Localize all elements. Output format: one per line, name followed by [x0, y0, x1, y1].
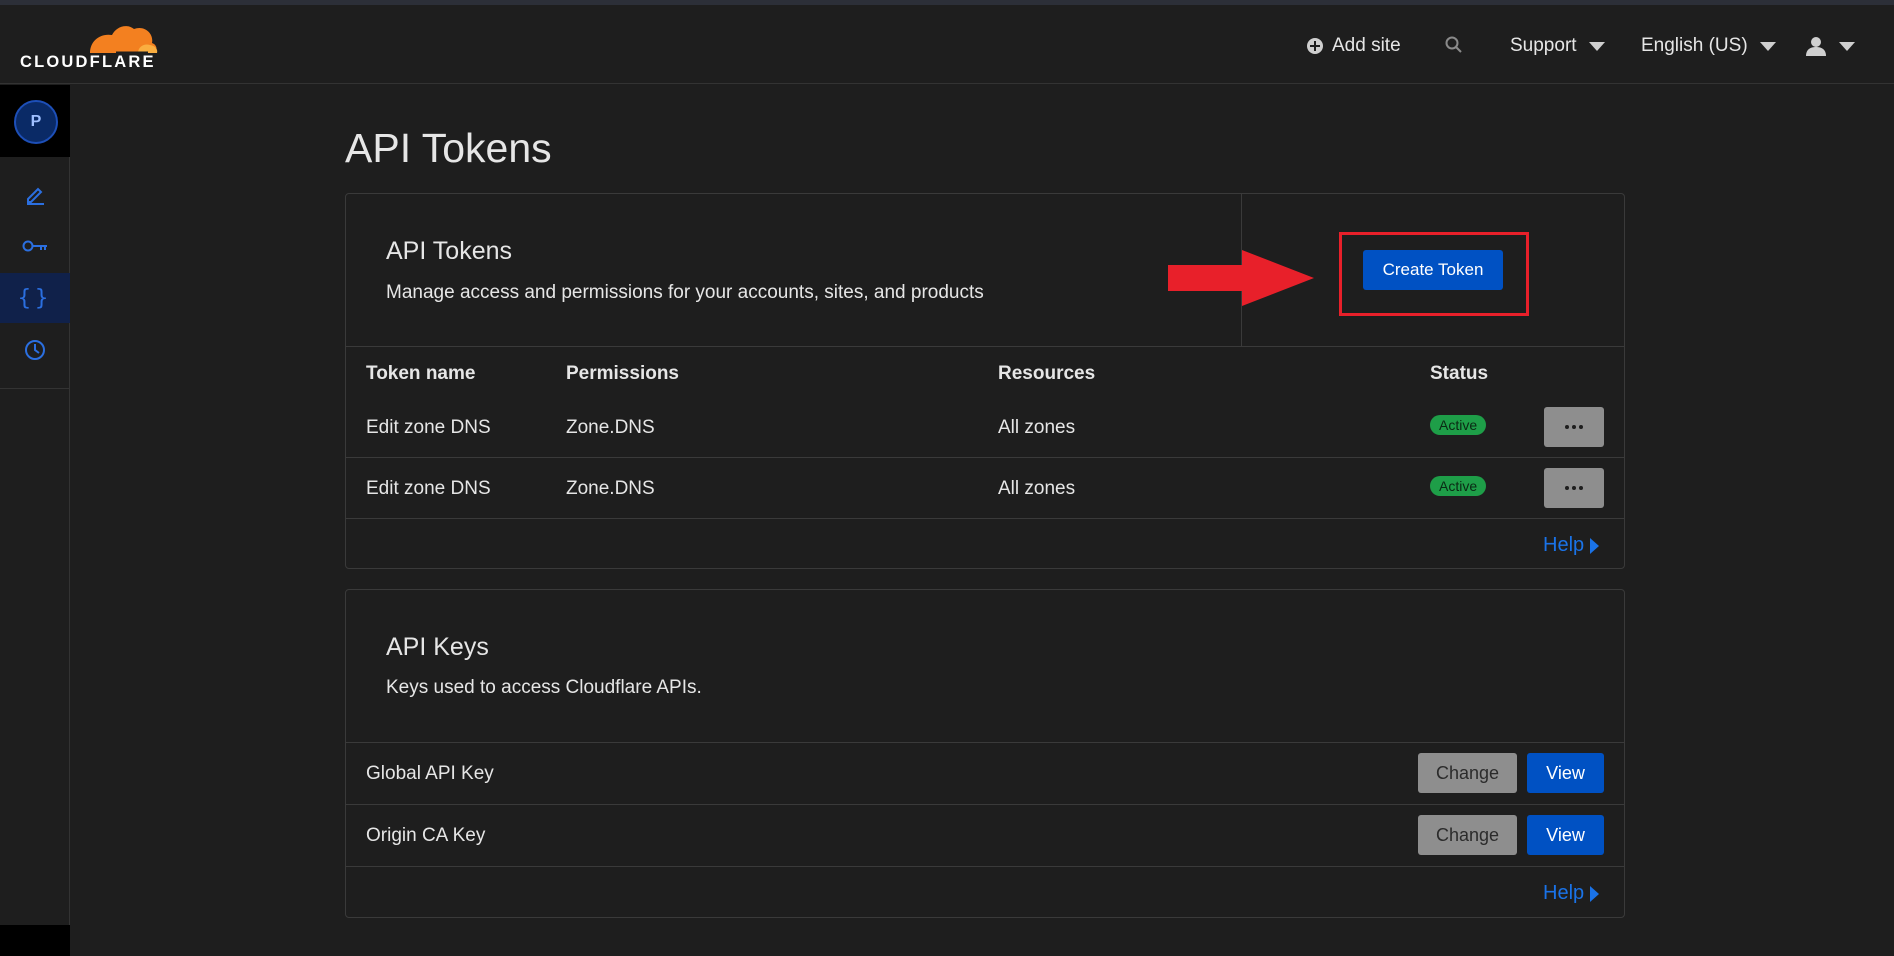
column-header-token-name: Token name: [366, 363, 476, 384]
more-icon: [1579, 425, 1583, 429]
support-dropdown[interactable]: Support: [1510, 35, 1605, 57]
account-area: P: [0, 85, 70, 157]
cloudflare-logo[interactable]: CLOUDFLARE: [20, 19, 160, 71]
column-header-permissions: Permissions: [566, 363, 679, 384]
view-key-button[interactable]: View: [1527, 753, 1604, 793]
change-key-button[interactable]: Change: [1418, 815, 1517, 855]
annotation-arrow-icon: [1168, 250, 1314, 306]
chevron-down-icon: [1588, 41, 1605, 51]
token-name-cell: Edit zone DNS: [366, 417, 491, 438]
add-site-label: Add site: [1332, 35, 1401, 56]
tokens-card-description: Manage access and permissions for your a…: [386, 282, 984, 303]
chevron-right-icon: [1590, 537, 1600, 554]
card-divider: [346, 346, 1624, 347]
more-icon: [1579, 486, 1583, 490]
token-actions-button[interactable]: [1544, 468, 1604, 508]
row-divider: [346, 457, 1624, 458]
row-divider: [346, 866, 1624, 867]
braces-icon: {}: [17, 285, 53, 311]
tokens-card-title: API Tokens: [386, 237, 513, 265]
search-icon: [1445, 36, 1462, 53]
row-divider: [346, 804, 1624, 805]
change-key-button[interactable]: Change: [1418, 753, 1517, 793]
plus-circle-icon: [1307, 38, 1323, 54]
keys-card-title: API Keys: [386, 633, 489, 661]
sidebar-item-authentication[interactable]: [0, 221, 70, 271]
user-icon: [1806, 37, 1826, 56]
top-header: CLOUDFLARE Add site Support English (US): [0, 5, 1894, 84]
resources-cell: All zones: [998, 478, 1076, 499]
support-label: Support: [1510, 35, 1577, 56]
api-keys-card: API Keys Keys used to access Cloudflare …: [345, 589, 1625, 918]
more-icon: [1565, 425, 1569, 429]
language-dropdown[interactable]: English (US): [1641, 35, 1776, 57]
column-header-resources: Resources: [998, 363, 1096, 384]
status-badge: Active: [1430, 415, 1487, 435]
permissions-cell: Zone.DNS: [566, 478, 655, 499]
more-icon: [1572, 425, 1576, 429]
status-badge: Active: [1430, 476, 1487, 496]
keys-card-description: Keys used to access Cloudflare APIs.: [386, 677, 702, 698]
sidebar-item-profile[interactable]: [0, 169, 70, 219]
permissions-cell: Zone.DNS: [566, 417, 655, 438]
view-key-button[interactable]: View: [1527, 815, 1604, 855]
more-icon: [1572, 486, 1576, 490]
language-label: English (US): [1641, 35, 1748, 56]
key-name-cell: Global API Key: [366, 763, 494, 784]
keys-help-link[interactable]: Help: [1543, 882, 1600, 905]
account-avatar[interactable]: P: [14, 100, 58, 144]
clock-icon: [25, 340, 45, 360]
page-title: API Tokens: [345, 125, 552, 171]
user-menu[interactable]: [1805, 35, 1855, 57]
more-icon: [1565, 486, 1569, 490]
annotation-highlight-box: [1339, 232, 1529, 316]
chevron-right-icon: [1590, 885, 1600, 902]
sidebar-item-sessions[interactable]: [0, 325, 70, 375]
help-label: Help: [1543, 882, 1585, 904]
chevron-down-icon: [1759, 41, 1776, 51]
search-button[interactable]: [1444, 35, 1464, 55]
help-label: Help: [1543, 534, 1585, 556]
add-site-button[interactable]: Add site: [1306, 35, 1401, 57]
logo-wordmark: CLOUDFLARE: [20, 53, 156, 71]
sidebar-footer: [0, 925, 70, 956]
resources-cell: All zones: [998, 417, 1076, 438]
key-icon: [22, 240, 47, 252]
edit-icon: [27, 187, 44, 205]
tokens-help-link[interactable]: Help: [1543, 534, 1600, 557]
token-name-cell: Edit zone DNS: [366, 478, 491, 499]
column-header-status: Status: [1430, 363, 1489, 384]
chevron-down-icon: [1839, 41, 1855, 51]
sidebar-divider: [0, 388, 70, 389]
row-divider: [346, 518, 1624, 519]
card-divider: [346, 742, 1624, 743]
sidebar: P {}: [0, 85, 70, 956]
key-name-cell: Origin CA Key: [366, 825, 486, 846]
token-actions-button[interactable]: [1544, 407, 1604, 447]
sidebar-item-api-tokens[interactable]: {}: [0, 273, 70, 323]
